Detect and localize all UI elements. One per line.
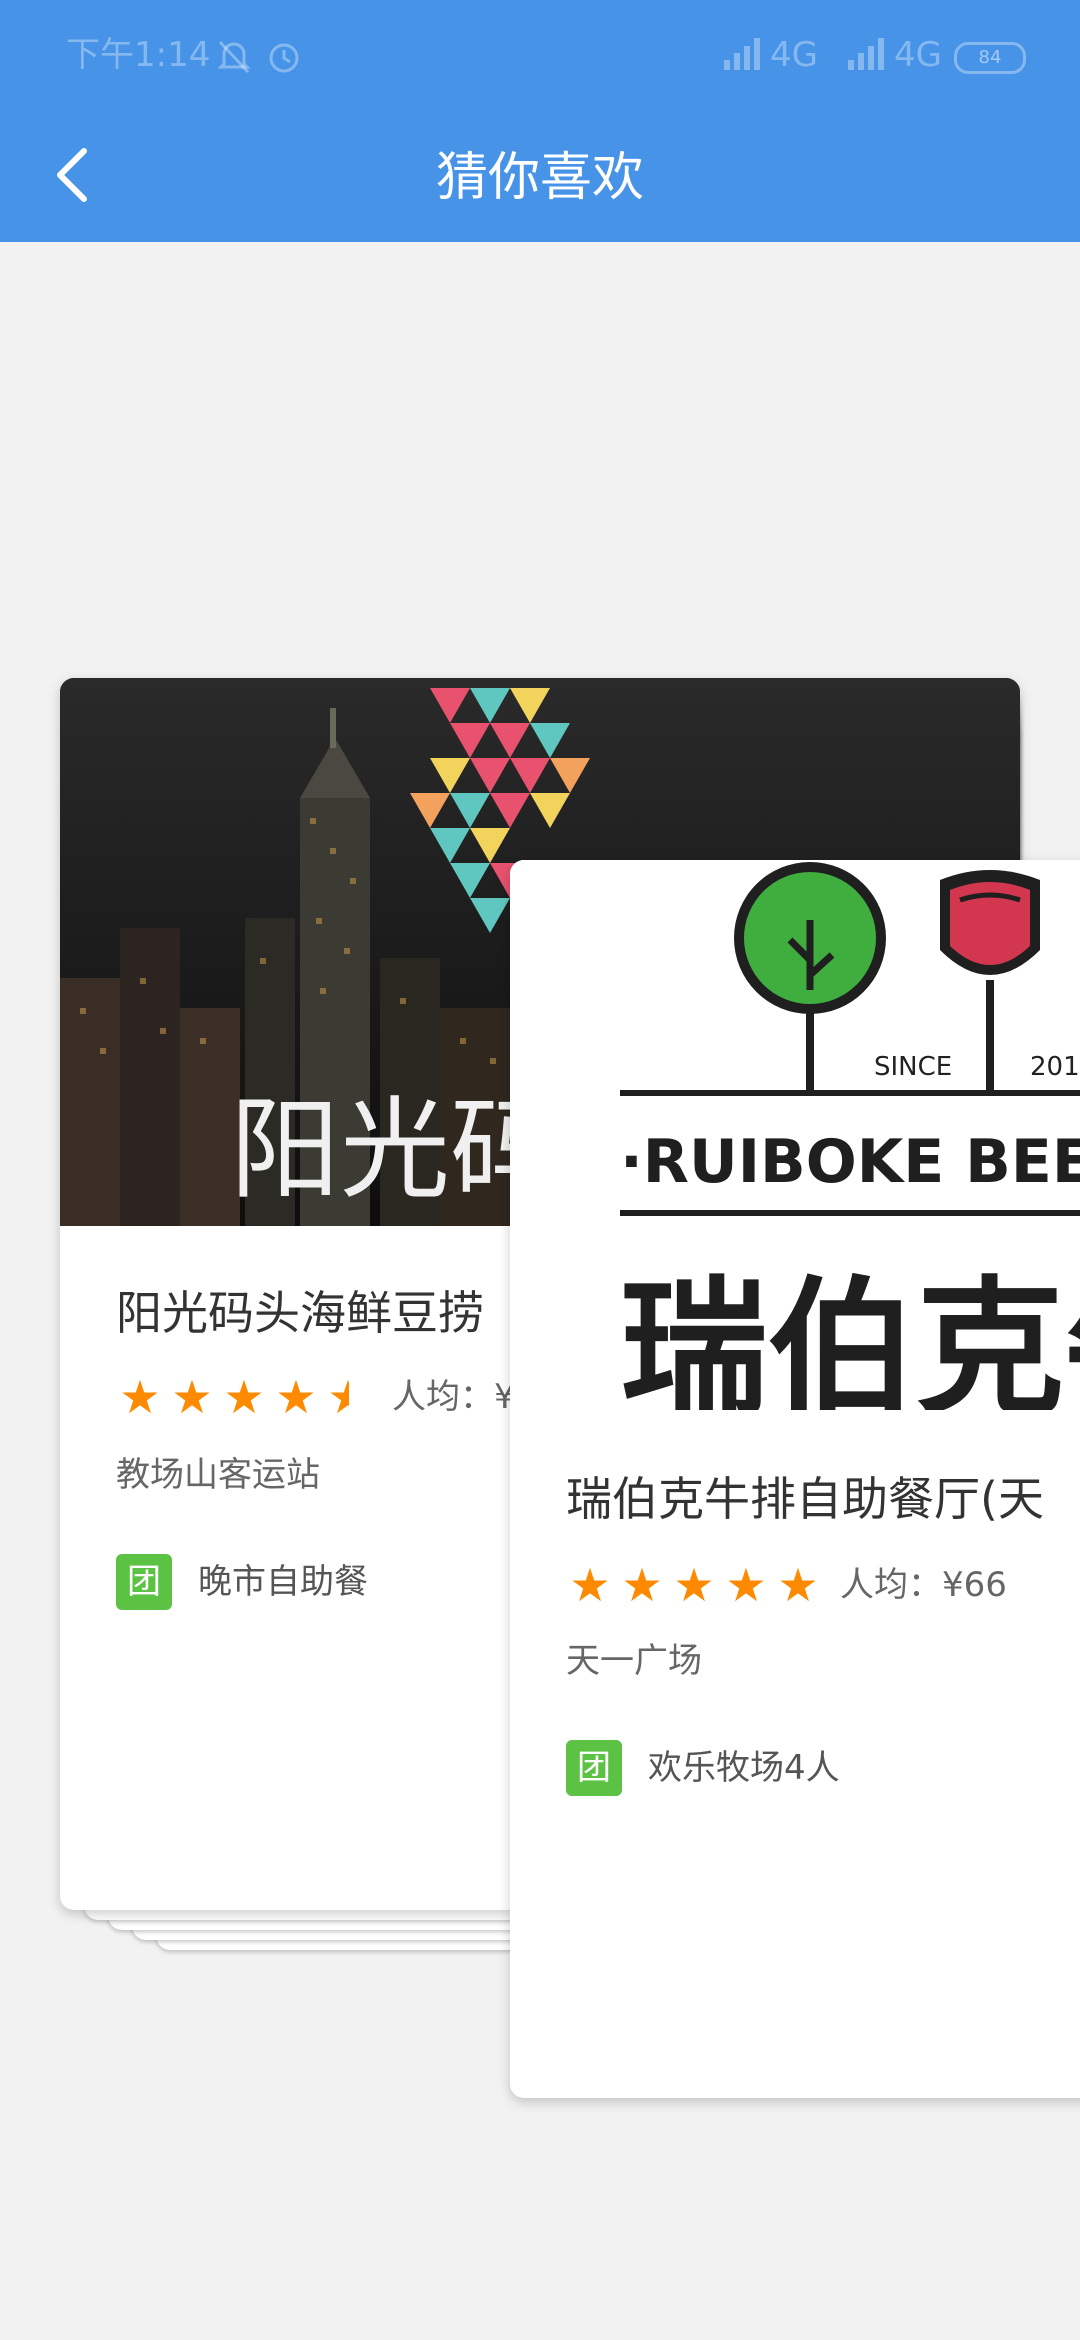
deal-name[interactable]: 晚市自助餐	[198, 1554, 368, 1610]
star-icon: ★	[569, 1558, 611, 1612]
restaurant-title: 阳光码头海鲜豆捞	[116, 1286, 484, 1340]
star-icon: ★	[223, 1370, 265, 1424]
star-icon: ★	[171, 1370, 213, 1424]
star-icon: ★	[275, 1370, 317, 1424]
status-bar: 下午1:14 4G 4G 84	[0, 0, 1080, 110]
page-title: 猜你喜欢	[435, 148, 644, 208]
screen: 下午1:14 4G 4G 84 猜你喜欢 阳光码 阳光码头海鲜豆捞 ★ ★ ★ …	[0, 0, 1080, 2340]
since-text: SINCE	[874, 1052, 952, 1082]
star-icon: ★	[673, 1558, 715, 1612]
star-icon: ★	[725, 1558, 767, 1612]
rating-stars: ★ ★ ★ ★ ★	[566, 1560, 822, 1610]
restaurant-location: 教场山客运站	[116, 1455, 320, 1495]
average-price: 人均：¥66	[840, 1565, 1007, 1605]
brand-english: ·RUIBOKE BEE	[620, 1127, 1080, 1197]
status-time: 下午1:14	[66, 35, 211, 75]
deal-name[interactable]: 欢乐牧场4人	[648, 1740, 840, 1796]
group-deal-badge: 团	[116, 1554, 172, 1610]
average-price: 人均：¥	[392, 1377, 516, 1417]
signal-icon	[722, 36, 764, 74]
half-star-icon: ★	[324, 1372, 372, 1422]
since-year: 201	[1030, 1052, 1080, 1082]
app-header: 下午1:14 4G 4G 84 猜你喜欢	[0, 0, 1080, 242]
rating-stars: ★ ★ ★ ★ ★	[116, 1372, 372, 1422]
network-type-2: 4G	[894, 35, 942, 75]
restaurant-photo: SINCE 201 ·RUIBOKE BEE 瑞伯克牛	[510, 860, 1080, 1435]
alarm-icon	[264, 36, 304, 80]
group-deal-badge: 团	[566, 1740, 622, 1796]
brand-chinese: 瑞伯克牛	[620, 1263, 1080, 1410]
network-type-1: 4G	[770, 35, 818, 75]
star-icon: ★	[621, 1558, 663, 1612]
restaurant-location: 天一广场	[566, 1641, 702, 1681]
star-icon: ★	[777, 1558, 819, 1612]
star-icon: ★	[119, 1370, 161, 1424]
battery-icon: 84	[954, 42, 1026, 74]
restaurant-card[interactable]: SINCE 201 ·RUIBOKE BEE 瑞伯克牛 瑞伯克牛排自助餐厅(天 …	[510, 860, 1080, 2098]
restaurant-title: 瑞伯克牛排自助餐厅(天	[566, 1472, 1044, 1526]
signal-icon-2	[846, 36, 888, 74]
bell-mute-icon	[214, 36, 254, 80]
